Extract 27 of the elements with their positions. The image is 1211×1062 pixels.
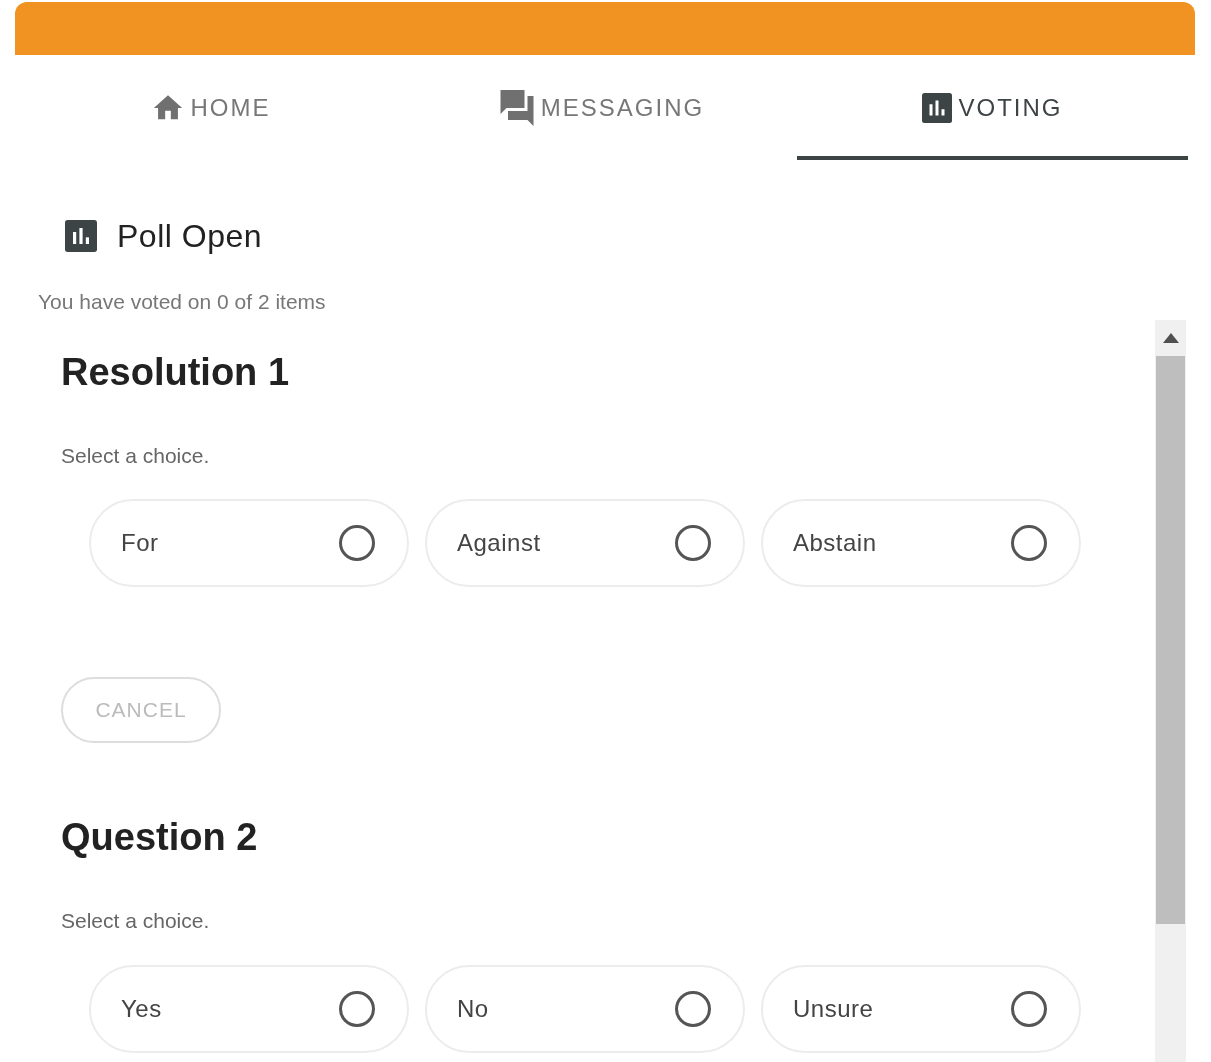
choice-option[interactable]: Against xyxy=(425,499,745,587)
chat-bubbles-icon xyxy=(498,87,535,128)
choice-option[interactable]: Abstain xyxy=(761,499,1081,587)
bar-chart-icon xyxy=(922,90,953,125)
scroll-up-icon[interactable] xyxy=(1162,332,1179,343)
scrollbar-thumb[interactable] xyxy=(1156,355,1185,924)
radio-icon xyxy=(1011,990,1047,1027)
choice-option[interactable]: For xyxy=(89,499,409,587)
choice-option[interactable]: Yes xyxy=(89,964,409,1053)
poll-title: Poll Open xyxy=(117,217,263,256)
nav-tab[interactable]: MESSAGING xyxy=(406,55,797,160)
nav-tab[interactable]: VOTING xyxy=(797,55,1188,160)
item-title: Resolution 1 xyxy=(61,349,291,395)
radio-icon xyxy=(339,990,375,1027)
vote-progress-text: You have voted on 0 of 2 items xyxy=(38,289,327,315)
choice-option[interactable]: Unsure xyxy=(761,964,1081,1053)
radio-icon xyxy=(339,525,375,561)
choice-option[interactable]: No xyxy=(425,964,745,1053)
choice-prompt: Select a choice. xyxy=(61,908,211,934)
choice-prompt: Select a choice. xyxy=(61,442,211,469)
nav-tab[interactable]: HOME xyxy=(15,55,406,160)
radio-icon xyxy=(1011,525,1047,561)
radio-icon xyxy=(675,990,711,1027)
item-title: Question 2 xyxy=(61,815,259,860)
bar-chart-icon xyxy=(65,220,97,252)
scrollbar[interactable] xyxy=(1155,319,1186,1062)
radio-icon xyxy=(675,525,711,561)
